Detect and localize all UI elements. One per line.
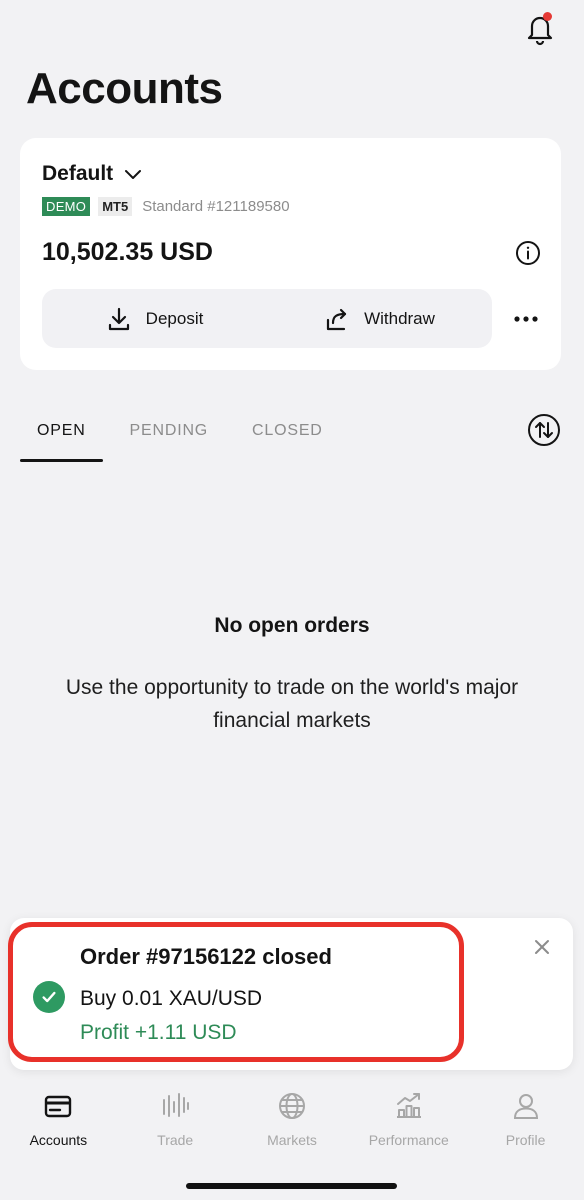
account-balance: 10,502.35 USD bbox=[42, 238, 213, 266]
chevron-down-icon bbox=[125, 170, 142, 179]
performance-icon bbox=[396, 1093, 421, 1118]
info-icon[interactable] bbox=[515, 240, 541, 266]
page-title: Accounts bbox=[26, 64, 223, 113]
notifications-button[interactable] bbox=[522, 10, 558, 46]
trade-icon bbox=[163, 1093, 190, 1117]
more-icon bbox=[514, 316, 538, 322]
bottom-navigation: Accounts Trade Markets Performance Profi… bbox=[0, 1090, 584, 1160]
nav-trade[interactable]: Trade bbox=[117, 1090, 234, 1160]
nav-markets-label: Markets bbox=[267, 1132, 317, 1148]
close-icon[interactable] bbox=[531, 936, 553, 958]
account-card: Default DEMO MT5 Standard #121189580 10,… bbox=[20, 138, 561, 370]
empty-state-text: Use the opportunity to trade on the worl… bbox=[65, 676, 519, 732]
account-actions: Deposit Withdraw bbox=[42, 289, 492, 348]
nav-performance[interactable]: Performance bbox=[350, 1090, 467, 1160]
sort-icon[interactable] bbox=[527, 413, 561, 447]
nav-markets[interactable]: Markets bbox=[234, 1090, 351, 1160]
empty-state-title: No open orders bbox=[214, 614, 370, 637]
share-icon bbox=[326, 308, 347, 330]
order-tabs: OPEN PENDING CLOSED bbox=[20, 418, 367, 462]
account-selector[interactable]: Default bbox=[42, 162, 143, 186]
deposit-label: Deposit bbox=[145, 308, 204, 328]
notification-dot bbox=[543, 12, 552, 21]
globe-icon bbox=[278, 1093, 305, 1119]
home-indicator bbox=[186, 1183, 397, 1189]
highlight-annotation bbox=[8, 922, 464, 1062]
nav-accounts-label: Accounts bbox=[29, 1132, 88, 1148]
withdraw-button[interactable]: Withdraw bbox=[267, 289, 492, 348]
platform-badge: MT5 bbox=[98, 197, 133, 216]
account-name: Default bbox=[42, 162, 114, 185]
deposit-button[interactable]: Deposit bbox=[42, 289, 267, 348]
nav-accounts[interactable]: Accounts bbox=[0, 1090, 117, 1160]
bell-icon bbox=[527, 16, 553, 46]
profile-icon bbox=[513, 1094, 538, 1119]
demo-badge: DEMO bbox=[42, 197, 91, 216]
nav-performance-label: Performance bbox=[368, 1132, 449, 1148]
download-icon bbox=[108, 307, 129, 330]
nav-trade-label: Trade bbox=[157, 1132, 194, 1148]
tab-closed[interactable]: CLOSED bbox=[252, 418, 323, 462]
more-options-button[interactable] bbox=[511, 304, 541, 334]
accounts-icon bbox=[45, 1095, 72, 1118]
tab-pending[interactable]: PENDING bbox=[130, 418, 209, 462]
account-badges: DEMO MT5 Standard #121189580 bbox=[42, 197, 290, 216]
withdraw-label: Withdraw bbox=[364, 308, 435, 328]
nav-profile-label: Profile bbox=[505, 1132, 546, 1148]
account-type: Standard #121189580 bbox=[142, 198, 290, 215]
nav-profile[interactable]: Profile bbox=[467, 1090, 584, 1160]
tab-open[interactable]: OPEN bbox=[20, 418, 103, 462]
